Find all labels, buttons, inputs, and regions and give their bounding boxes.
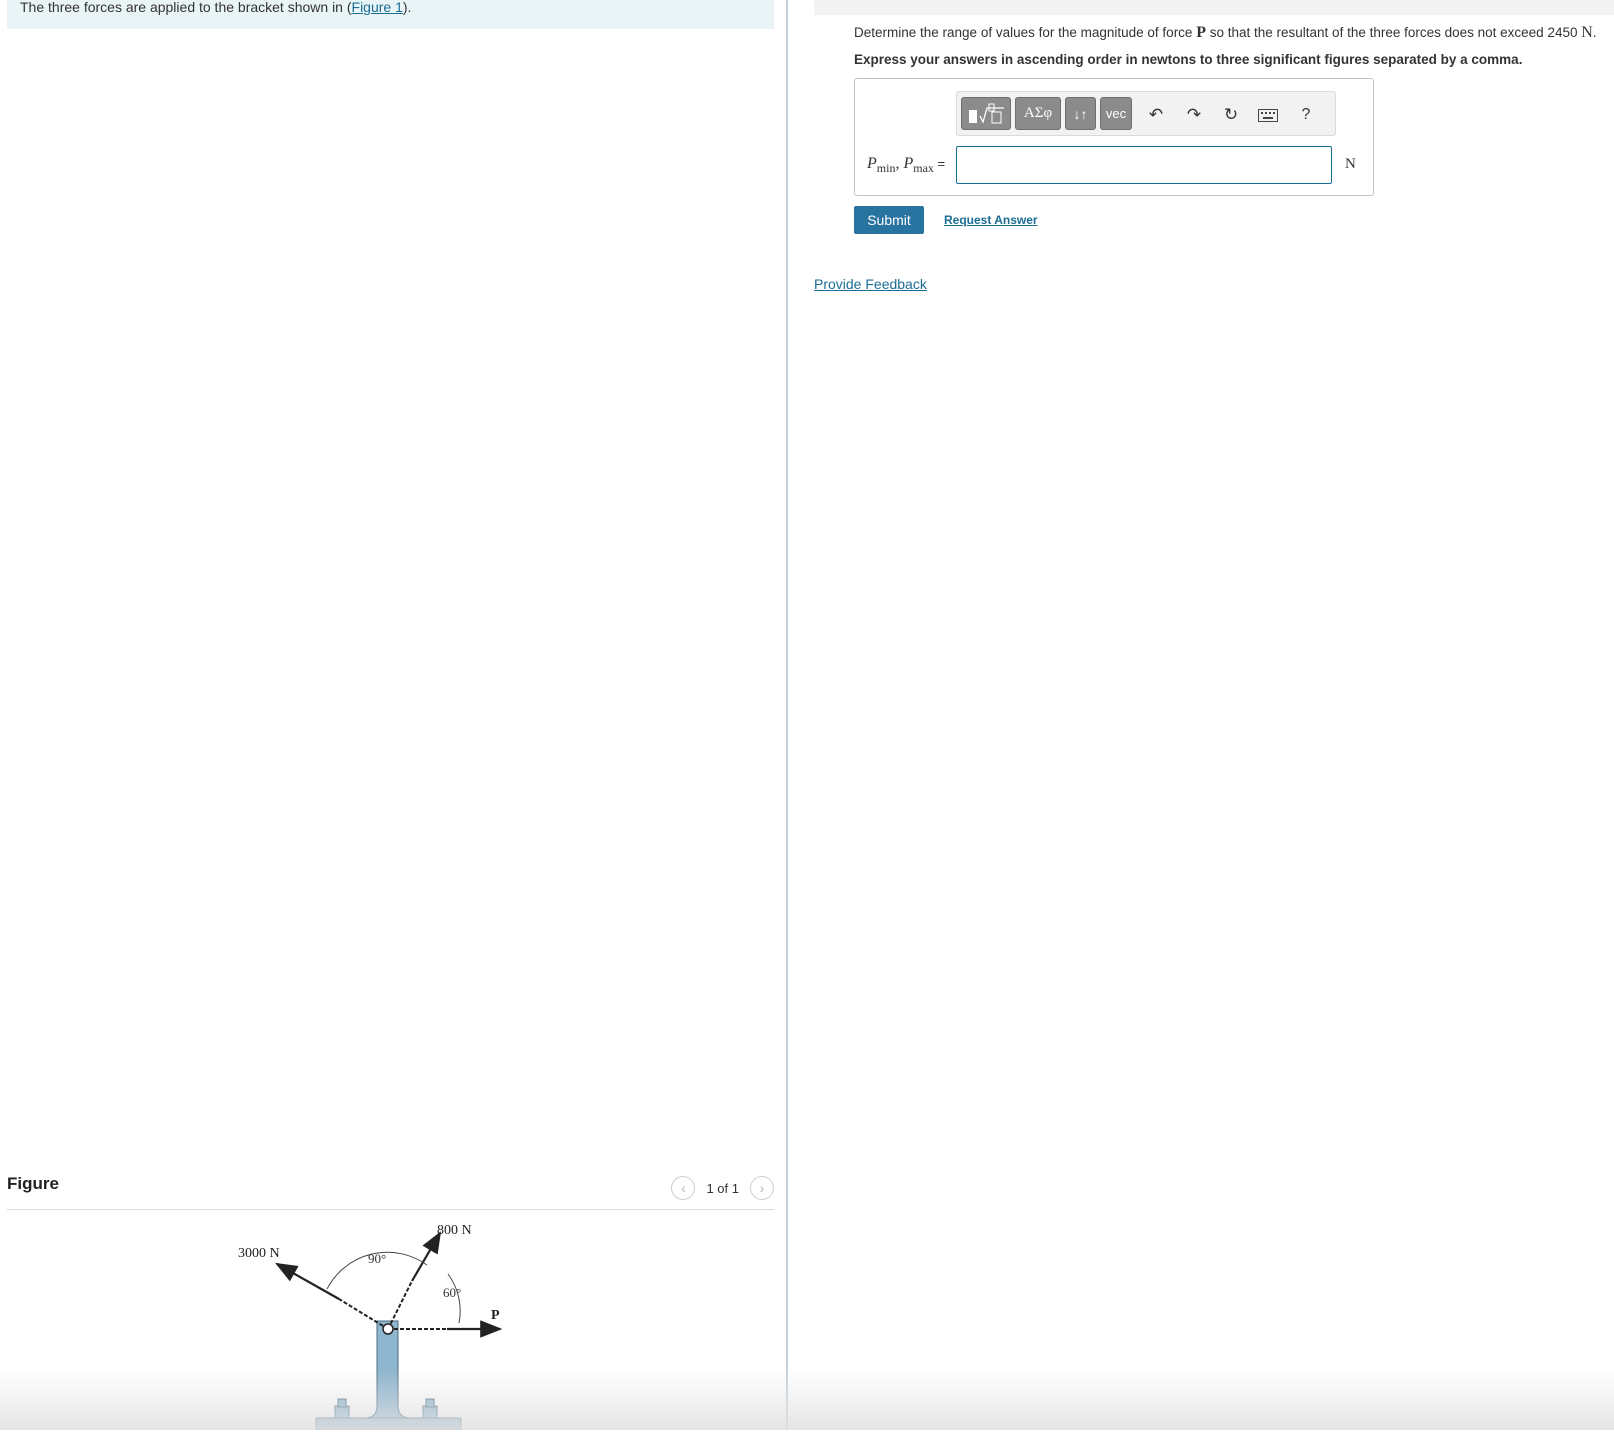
label-pmax: P	[903, 155, 914, 172]
label-800: 800 N	[437, 1223, 472, 1238]
bracket-diagram: 3000 N 800 N 90° 60° P	[238, 1223, 503, 1431]
submit-button[interactable]: Submit	[854, 206, 924, 234]
pin	[382, 1323, 394, 1335]
label-pmin-sub: min	[876, 161, 896, 176]
question-middle: so that the resultant of the three force…	[1205, 25, 1582, 40]
question-suffix: .	[1592, 25, 1597, 40]
label-pmax-sub: max	[913, 161, 934, 176]
right-bolt	[422, 1398, 438, 1419]
request-answer-link[interactable]: Request Answer	[944, 213, 1038, 227]
figure-pager: ‹ 1 of 1 ›	[671, 1176, 774, 1200]
label-eq: =	[933, 156, 946, 171]
left-bolt	[334, 1398, 350, 1419]
answer-instruction: Express your answers in ascending order …	[854, 52, 1523, 67]
question-var: P	[1196, 24, 1206, 41]
answer-input[interactable]	[956, 146, 1332, 184]
left-pane: The three forces are applied to the brac…	[0, 0, 787, 1431]
help-button[interactable]: ?	[1293, 102, 1319, 128]
part-header-strip	[814, 0, 1614, 15]
figure-link[interactable]: Figure 1	[352, 0, 403, 15]
question-text: Determine the range of values for the ma…	[854, 24, 1597, 42]
arrows-button[interactable]: ↓↑	[1065, 97, 1096, 130]
label-angle-90: 90°	[368, 1251, 386, 1266]
templates-button[interactable]	[961, 97, 1011, 130]
intro-text-end: ).	[402, 0, 412, 15]
pane-divider[interactable]	[786, 0, 788, 1430]
greek-button[interactable]: ΑΣφ	[1015, 97, 1061, 130]
answer-label: Pmin, Pmax =	[867, 155, 945, 176]
answer-unit: N	[1345, 156, 1356, 172]
problem-intro: The three forces are applied to the brac…	[7, 0, 774, 29]
intro-text: The three forces are applied to the brac…	[20, 0, 352, 15]
reset-icon[interactable]: ↻	[1218, 102, 1244, 128]
answer-box: ΑΣφ ↓↑ vec ↶ ↷ ↻ ? Pmin, Pmax = N	[854, 78, 1374, 196]
question-prefix: Determine the range of values for the ma…	[854, 25, 1197, 40]
label-angle-60: 60°	[443, 1285, 461, 1300]
label-pmin: P	[867, 155, 877, 172]
label-p: P	[491, 1308, 500, 1323]
keyboard-icon[interactable]	[1255, 102, 1281, 128]
redo-icon[interactable]: ↷	[1181, 102, 1207, 128]
math-toolbar: ΑΣφ ↓↑ vec ↶ ↷ ↻ ?	[956, 91, 1336, 136]
label-3000: 3000 N	[238, 1246, 280, 1261]
undo-icon[interactable]: ↶	[1143, 102, 1169, 128]
bracket-post	[363, 1320, 412, 1419]
provide-feedback-link[interactable]: Provide Feedback	[814, 276, 927, 292]
arrow-800	[411, 1231, 442, 1282]
chevron-right-icon[interactable]: ›	[750, 1176, 774, 1200]
arrow-3000	[275, 1262, 340, 1300]
vec-button[interactable]: vec	[1100, 97, 1132, 130]
figure-header: Figure ‹ 1 of 1 ›	[7, 1168, 774, 1210]
pager-text: 1 of 1	[706, 1180, 739, 1196]
cable-3000	[338, 1298, 389, 1330]
templates-icon	[969, 103, 1004, 124]
chevron-left-icon[interactable]: ‹	[671, 1176, 696, 1200]
base-plate	[315, 1417, 462, 1431]
figure-title: Figure	[7, 1174, 59, 1193]
cable-800	[387, 1280, 413, 1330]
figure-area: 3000 N 800 N 90° 60° P	[7, 1211, 774, 1431]
question-unit: N	[1581, 24, 1593, 41]
